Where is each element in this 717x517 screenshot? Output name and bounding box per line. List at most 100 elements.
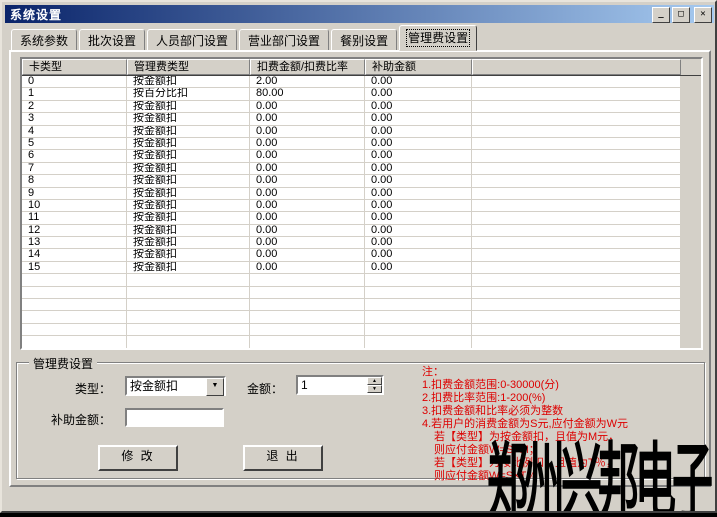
table-cell — [365, 287, 472, 299]
table-row[interactable]: 4按金额扣0.000.00 — [22, 126, 701, 138]
window-title: 系统设置 — [5, 6, 62, 23]
table-cell — [22, 336, 127, 348]
spin-up-icon[interactable]: ▲ — [367, 377, 382, 385]
table-cell: 0.00 — [250, 138, 365, 150]
title-bar[interactable]: 系统设置 _ □ ✕ — [5, 5, 714, 23]
column-header[interactable] — [472, 59, 681, 75]
table-cell: 0.00 — [250, 150, 365, 162]
tab-label: 批次设置 — [88, 34, 136, 48]
table-cell: 0.00 — [365, 249, 472, 261]
table-row[interactable] — [22, 311, 701, 323]
table-row[interactable]: 3按金额扣0.000.00 — [22, 113, 701, 125]
table-row[interactable]: 2按金额扣0.000.00 — [22, 101, 701, 113]
table-row[interactable]: 9按金额扣0.000.00 — [22, 188, 701, 200]
tab-5[interactable]: 管理费设置 — [399, 25, 477, 51]
table-cell: 2.00 — [250, 76, 365, 88]
table-row[interactable]: 0按金额扣2.000.00 — [22, 76, 701, 88]
table-cell — [472, 262, 681, 274]
maximize-icon[interactable]: □ — [672, 7, 690, 23]
tab-0[interactable]: 系统参数 — [11, 29, 77, 51]
table-cell: 8 — [22, 175, 127, 187]
table-cell: 0.00 — [365, 188, 472, 200]
tab-4[interactable]: 餐别设置 — [331, 29, 397, 51]
exit-button[interactable]: 退 出 — [243, 445, 323, 471]
table-cell — [472, 200, 681, 212]
table-cell: 0.00 — [250, 163, 365, 175]
table-row[interactable]: 12按金额扣0.000.00 — [22, 225, 701, 237]
column-header[interactable]: 补助金额 — [365, 59, 472, 75]
table-cell — [472, 249, 681, 261]
table-cell — [472, 225, 681, 237]
table-row[interactable]: 11按金额扣0.000.00 — [22, 212, 701, 224]
tab-1[interactable]: 批次设置 — [79, 29, 145, 51]
table-cell: 0.00 — [250, 200, 365, 212]
table-cell: 0.00 — [365, 225, 472, 237]
subsidy-field[interactable] — [127, 412, 222, 427]
column-header[interactable]: 扣费金额/扣费比率 — [250, 59, 365, 75]
chevron-down-icon[interactable]: ▼ — [206, 378, 224, 396]
table-row[interactable] — [22, 274, 701, 286]
table-row[interactable] — [22, 299, 701, 311]
amount-stepper[interactable]: ▲ ▼ — [296, 375, 384, 395]
table-row[interactable]: 14按金额扣0.000.00 — [22, 249, 701, 261]
table-cell: 0.00 — [365, 163, 472, 175]
table-cell: 80.00 — [250, 88, 365, 100]
table-cell — [472, 324, 681, 336]
fee-table[interactable]: 卡类型管理费类型扣费金额/扣费比率补助金额 0按金额扣2.000.001按百分比… — [20, 57, 703, 350]
table-cell — [127, 311, 250, 323]
column-header[interactable]: 卡类型 — [22, 59, 127, 75]
close-icon[interactable]: ✕ — [694, 7, 712, 23]
spin-down-icon[interactable]: ▼ — [367, 385, 382, 393]
table-cell — [472, 237, 681, 249]
table-cell — [127, 299, 250, 311]
table-row[interactable]: 15按金额扣0.000.00 — [22, 262, 701, 274]
window-controls: _ □ ✕ — [652, 7, 712, 23]
table-cell: 按金额扣 — [127, 188, 250, 200]
table-cell — [365, 324, 472, 336]
table-cell — [250, 311, 365, 323]
table-row[interactable]: 7按金额扣0.000.00 — [22, 163, 701, 175]
table-cell — [127, 274, 250, 286]
amount-input[interactable] — [298, 377, 367, 393]
table-row[interactable] — [22, 287, 701, 299]
table-cell — [472, 311, 681, 323]
minimize-icon[interactable]: _ — [652, 7, 670, 23]
table-cell: 3 — [22, 113, 127, 125]
table-cell: 0 — [22, 76, 127, 88]
table-cell — [250, 324, 365, 336]
table-row[interactable]: 1按百分比扣80.000.00 — [22, 88, 701, 100]
column-header[interactable]: 管理费类型 — [127, 59, 250, 75]
fee-table-body[interactable]: 0按金额扣2.000.001按百分比扣80.000.002按金额扣0.000.0… — [22, 76, 701, 349]
table-cell — [472, 138, 681, 150]
table-cell — [472, 299, 681, 311]
note-line: 3.扣费金额和比率必须为整数 — [422, 405, 707, 418]
type-dropdown[interactable]: 按金额扣 ▼ — [125, 376, 226, 396]
table-row[interactable]: 5按金额扣0.000.00 — [22, 138, 701, 150]
table-cell: 0.00 — [365, 76, 472, 88]
type-label: 类型： — [75, 380, 111, 397]
table-cell — [127, 336, 250, 348]
table-cell — [365, 274, 472, 286]
table-row[interactable]: 8按金额扣0.000.00 — [22, 175, 701, 187]
table-row[interactable]: 6按金额扣0.000.00 — [22, 150, 701, 162]
table-cell — [250, 336, 365, 348]
tab-2[interactable]: 人员部门设置 — [147, 29, 237, 51]
tab-3[interactable]: 营业部门设置 — [239, 29, 329, 51]
table-row[interactable] — [22, 336, 701, 348]
table-cell: 按金额扣 — [127, 212, 250, 224]
table-cell — [127, 287, 250, 299]
table-cell: 0.00 — [365, 126, 472, 138]
modify-button[interactable]: 修 改 — [98, 445, 178, 471]
table-cell — [22, 324, 127, 336]
table-row[interactable] — [22, 324, 701, 336]
table-row[interactable]: 10按金额扣0.000.00 — [22, 200, 701, 212]
fee-table-header[interactable]: 卡类型管理费类型扣费金额/扣费比率补助金额 — [22, 59, 701, 76]
table-cell — [472, 336, 681, 348]
table-cell — [472, 175, 681, 187]
table-cell: 0.00 — [365, 262, 472, 274]
table-row[interactable]: 13按金额扣0.000.00 — [22, 237, 701, 249]
tab-label: 人员部门设置 — [156, 34, 228, 48]
table-cell: 0.00 — [365, 175, 472, 187]
table-cell — [472, 126, 681, 138]
system-settings-window: 系统设置 _ □ ✕ 系统参数批次设置 人员部门设置营业部门设置餐别设置管理费设置… — [0, 0, 717, 513]
